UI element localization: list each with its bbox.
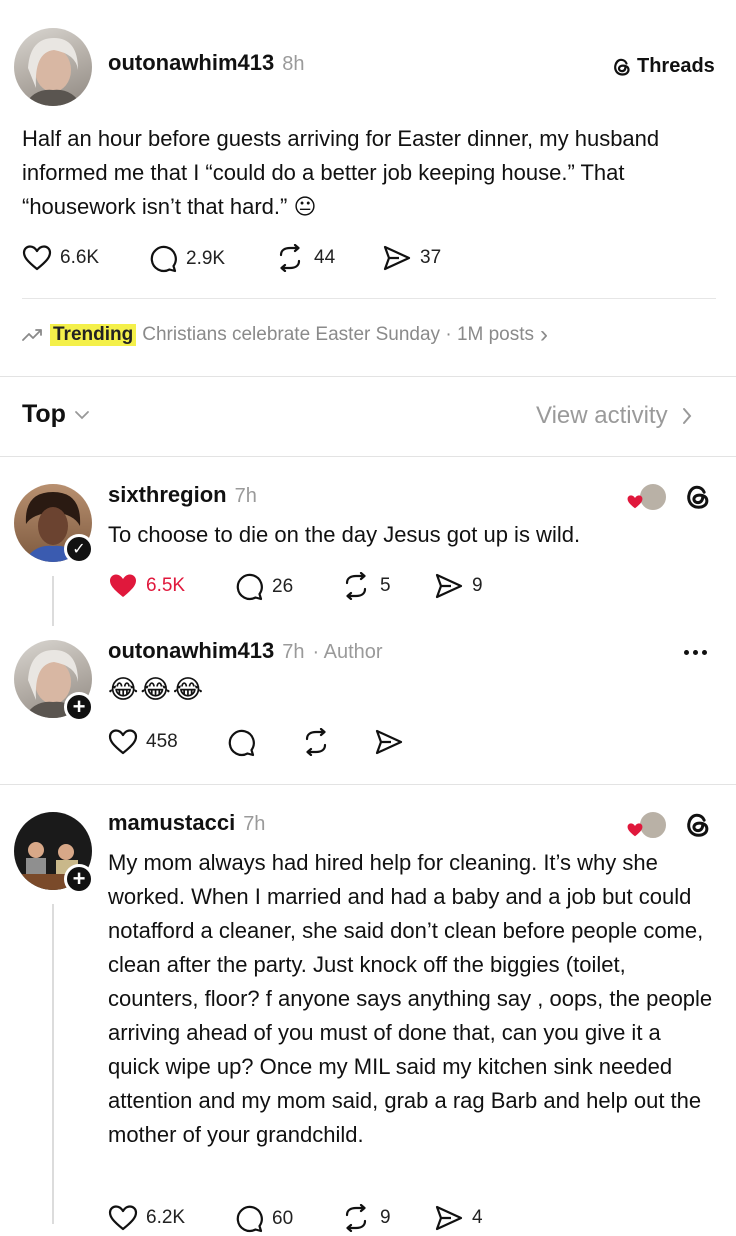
reply-repost-button[interactable]: 5	[340, 572, 391, 600]
post-repost-count: 44	[314, 247, 336, 268]
view-activity-label: View activity	[536, 402, 668, 429]
reply-username[interactable]: outonawhim413	[108, 638, 274, 664]
send-icon	[435, 573, 463, 599]
reply-text: My mom always had hired help for cleanin…	[108, 850, 713, 1147]
threads-logo-icon[interactable]	[684, 482, 712, 512]
post-text-body: Half an hour before guests arriving for …	[22, 126, 660, 219]
reply-repost-count: 5	[380, 575, 391, 596]
reply-like-count: 458	[146, 731, 178, 752]
send-icon	[375, 729, 403, 755]
more-options-icon[interactable]	[684, 650, 707, 655]
post-like-button[interactable]: 6.6K	[22, 244, 99, 272]
author-liked-indicator	[626, 482, 670, 512]
comment-icon	[236, 1205, 263, 1233]
reply-share-button[interactable]: 4	[434, 1204, 483, 1232]
post-text: Half an hour before guests arriving for …	[22, 122, 702, 224]
author-liked-indicator	[626, 810, 670, 840]
reply-repost-button[interactable]	[300, 728, 332, 756]
send-icon	[383, 245, 411, 271]
post-share-count: 37	[420, 247, 442, 268]
divider	[22, 298, 716, 299]
heart-icon	[22, 245, 52, 271]
post-repost-button[interactable]: 44	[274, 244, 335, 272]
trending-row[interactable]: Trending Christians celebrate Easter Sun…	[22, 321, 549, 348]
reply-like-button[interactable]: 458	[108, 728, 178, 756]
reply-emojis: 😂😂😂	[108, 674, 206, 704]
section-separator	[0, 376, 736, 377]
threads-brand[interactable]: Threads	[612, 55, 715, 78]
repost-icon	[345, 1204, 367, 1232]
reply-username[interactable]: mamustacci	[108, 810, 235, 836]
trending-topic: Christians celebrate Easter Sunday · 1M …	[142, 324, 535, 345]
reply-repost-count: 9	[380, 1207, 391, 1228]
reply-time: 7h	[282, 641, 305, 663]
trending-label: Trending	[50, 324, 137, 346]
comment-icon	[150, 245, 177, 273]
send-icon	[435, 1205, 463, 1231]
small-heart-icon	[627, 495, 643, 509]
reply-like-button[interactable]: 6.5K	[108, 572, 185, 600]
thread-line	[52, 904, 54, 1224]
small-heart-icon	[627, 823, 643, 837]
verified-badge-icon: ✓	[64, 534, 94, 564]
post-author-avatar[interactable]	[14, 28, 92, 106]
comment-icon	[228, 729, 255, 757]
threads-brand-label: Threads	[637, 55, 715, 77]
reply-comment-button[interactable]: 60	[234, 1204, 293, 1234]
sort-dropdown[interactable]: Top	[22, 400, 90, 429]
reply-share-button[interactable]	[374, 728, 404, 756]
post-reply-button[interactable]: 2.9K	[148, 244, 225, 274]
reply-time: 7h	[243, 813, 266, 835]
repost-icon	[279, 244, 301, 272]
post-time: 8h	[282, 53, 305, 75]
avatar-portrait-icon	[24, 38, 82, 106]
reply-share-button[interactable]: 9	[434, 572, 483, 600]
sort-label: Top	[22, 400, 66, 428]
post-username[interactable]: outonawhim413	[108, 50, 274, 76]
post-like-count: 6.6K	[60, 247, 100, 268]
reply-comment-count: 60	[272, 1208, 294, 1229]
chevron-right-icon	[682, 408, 691, 424]
reply-time: 7h	[234, 485, 257, 507]
reply-comment-button[interactable]: 26	[234, 572, 293, 602]
post-reply-count: 2.9K	[186, 248, 226, 269]
follow-plus-icon[interactable]: +	[64, 864, 94, 894]
heart-icon	[108, 1205, 138, 1231]
trending-arrow-icon	[22, 329, 42, 341]
follow-plus-icon[interactable]: +	[64, 692, 94, 722]
reply-like-count: 6.5K	[146, 575, 186, 596]
reply-like-button[interactable]: 6.2K	[108, 1204, 185, 1232]
reply-username[interactable]: sixthregion	[108, 482, 227, 508]
chevron-down-icon	[75, 410, 89, 419]
reply-repost-button[interactable]: 9	[340, 1204, 391, 1232]
reply-text: To choose to die on the day Jesus got up…	[108, 522, 581, 547]
reply-share-count: 4	[472, 1207, 483, 1228]
heart-filled-icon	[110, 574, 136, 597]
reply-comment-count: 26	[272, 576, 294, 597]
comment-icon	[236, 573, 263, 601]
post-share-button[interactable]: 37	[382, 244, 441, 272]
heart-icon	[108, 729, 138, 755]
author-tag: · Author	[312, 641, 383, 663]
trending-chevron: ›	[540, 321, 549, 348]
reply-like-count: 6.2K	[146, 1207, 186, 1228]
section-separator	[0, 784, 736, 785]
threads-logo-icon	[614, 58, 630, 76]
reply-comment-button[interactable]	[226, 728, 256, 758]
repost-icon	[345, 572, 367, 600]
reply-share-count: 9	[472, 575, 483, 596]
view-activity-link[interactable]: View activity	[536, 402, 692, 430]
thread-line	[52, 576, 54, 626]
threads-logo-icon[interactable]	[684, 810, 712, 840]
section-separator	[0, 456, 736, 457]
repost-icon	[305, 728, 327, 756]
neutral-face-emoji: 😐	[293, 194, 317, 219]
